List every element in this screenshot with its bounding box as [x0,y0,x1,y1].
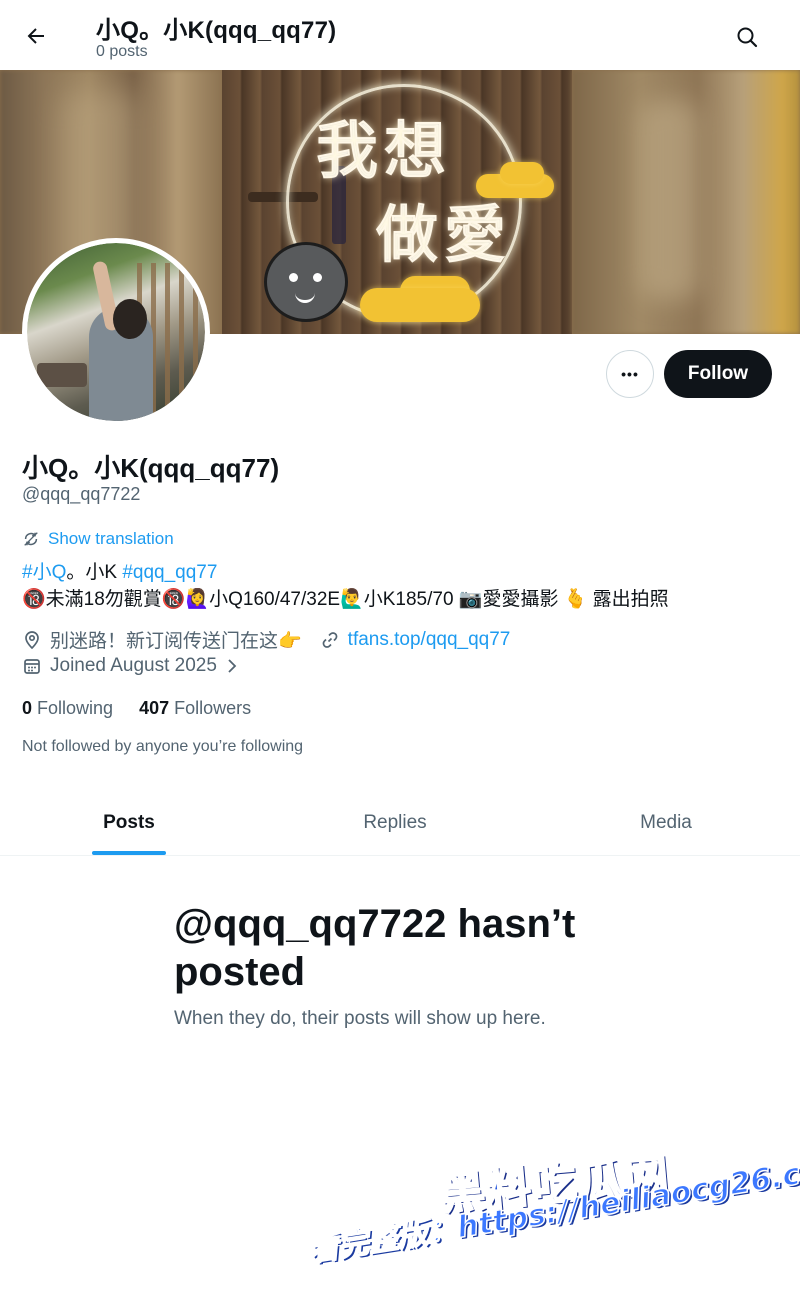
search-button[interactable] [728,18,766,56]
display-name: 小Q。小K(qqq_qq77) [22,453,280,483]
mascot-illustration [264,242,348,322]
joined-date[interactable]: Joined August 2025 [22,655,239,677]
gold-cloud-decoration [500,162,544,184]
gold-cloud-decoration [360,288,480,322]
banner-blur-highlight-right [640,100,700,300]
tab-label: Media [640,811,692,833]
active-tab-indicator [92,851,166,855]
website-item[interactable]: tfans.top/qqq_qq77 [320,629,511,651]
website-link[interactable]: tfans.top/qqq_qq77 [348,629,511,651]
neon-sign-line2: 做愛 [375,197,513,272]
more-dots-icon: ••• [621,366,639,382]
following-label: Following [37,698,114,718]
calendar-icon [22,656,42,676]
more-options-button[interactable]: ••• [606,350,654,398]
not-followed-notice: Not followed by anyone you’re following [22,738,304,755]
avatar[interactable] [22,238,210,426]
post-count: 0 posts [96,43,148,60]
followers-count: 407 [139,698,170,718]
location-item: 别迷路！新订阅传送门在这👉 [22,626,302,653]
following-count: 0 [22,698,33,718]
chevron-right-icon [225,657,239,675]
location-text: 别迷路！新订阅传送门在这👉 [50,631,302,652]
tab-replies[interactable]: Replies [258,790,532,855]
followers-label: Followers [174,698,252,718]
show-translation-link[interactable]: Show translation [22,529,174,549]
hashtag-link[interactable]: #小Q [22,562,66,583]
tab-posts[interactable]: Posts [0,790,258,855]
bio-text: 。小K [66,562,123,583]
bio-line-2: 🔞未滿18勿觀賞🔞🙋‍♀️小Q160/47/32E🙋‍♂️小K185/70 📷愛… [22,589,669,610]
translate-icon [22,530,40,548]
neon-sign-line1: 我想 [315,113,453,188]
bio-line-1: #小Q。小K #qqq_qq77 [22,557,217,584]
followers-count-link[interactable]: 407 Followers [139,698,251,719]
joined-text: Joined August 2025 [50,655,217,676]
follow-counts: 0 Following 407 Followers [22,698,251,719]
show-translation-label: Show translation [48,529,174,548]
follow-button[interactable]: Follow [664,350,772,398]
user-handle: @qqq_qq7722 [22,484,141,504]
avatar-photo [27,243,205,421]
arrow-left-icon [24,24,48,48]
location-pin-icon [22,630,42,650]
tab-media[interactable]: Media [532,790,800,855]
empty-state-subtitle: When they do, their posts will show up h… [174,1008,546,1029]
top-bar: 小Q。小K(qqq_qq77) 0 posts [0,0,800,70]
profile-tabs: Posts Replies Media [0,790,800,856]
hashtag-link[interactable]: #qqq_qq77 [122,562,217,583]
following-count-link[interactable]: 0 Following [22,698,113,719]
tab-label: Replies [363,811,427,833]
search-icon [735,25,759,49]
empty-state-title: @qqq_qq7722 hasn’t posted [174,902,576,994]
profile-meta: 别迷路！新订阅传送门在这👉 tfans.top/qqq_qq77 [22,626,528,653]
back-button[interactable] [18,18,54,54]
header-title: 小Q。小K(qqq_qq77) [96,17,337,44]
link-icon [320,630,340,650]
tab-label: Posts [103,811,155,833]
